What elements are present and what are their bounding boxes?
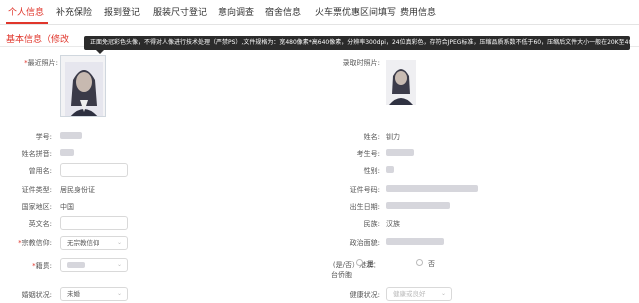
- health-status-select[interactable]: 健康或良好 ⌄: [386, 287, 452, 301]
- birth-date-label: 出生日期:: [349, 203, 380, 211]
- health-status-placeholder: 健康或良好: [393, 290, 426, 298]
- exam-number-label: 考生号:: [356, 150, 380, 158]
- marital-status-selected-value: 未婚: [67, 290, 80, 298]
- student-id-value: [60, 132, 82, 139]
- chevron-down-icon: ⌄: [440, 290, 446, 297]
- health-status-label: 健康状况:: [349, 291, 380, 299]
- tab-personal-info[interactable]: 个人信息: [8, 5, 44, 18]
- tab-registration[interactable]: 报到登记: [104, 5, 140, 18]
- gender-value: [386, 166, 394, 173]
- name-label: 姓名:: [363, 133, 380, 141]
- name-value: 钏力: [386, 133, 400, 141]
- portrait-photo-icon: [386, 60, 416, 105]
- tooltip-arrow: [96, 50, 104, 54]
- portrait-photo-icon: [61, 56, 105, 116]
- chevron-down-icon: ⌄: [116, 239, 122, 246]
- tab-fee-info[interactable]: 费用信息: [400, 5, 436, 18]
- tab-train-ticket[interactable]: 火车票优惠区间填写: [315, 5, 396, 18]
- native-place-label: *籍贯:: [32, 262, 52, 270]
- tab-dormitory-info[interactable]: 宿舍信息: [265, 5, 301, 18]
- tab-bar: 个人信息 补充保险 报到登记 服装尺寸登记 意向调查 宿舍信息 火车票优惠区间填…: [0, 0, 639, 25]
- id-number-value: [386, 185, 478, 192]
- marital-status-label: 婚姻状况:: [21, 291, 52, 299]
- id-type-value: 居民身份证: [60, 186, 95, 194]
- political-status-value: [386, 238, 444, 245]
- active-tab-indicator: [6, 22, 48, 24]
- religion-label: *宗教信仰:: [18, 239, 52, 247]
- section-title: 基本信息（修改: [6, 35, 70, 45]
- native-place-value: [67, 262, 85, 268]
- overseas-no-radio[interactable]: [416, 259, 423, 266]
- id-type-label: 证件类型:: [21, 186, 52, 194]
- recent-photo-label: *最近照片:: [24, 59, 58, 67]
- student-id-label: 学号:: [35, 133, 52, 141]
- marital-status-select[interactable]: 未婚 ⌄: [60, 287, 128, 301]
- gender-label: 性别:: [363, 167, 380, 175]
- birth-date-value: [386, 202, 450, 209]
- former-name-input[interactable]: [60, 163, 128, 177]
- overseas-chinese-label-line2: 台侨胞: [331, 271, 352, 279]
- overseas-no-label: 否: [428, 260, 435, 268]
- chevron-down-icon: ⌄: [116, 261, 122, 268]
- former-name-label: 曾用名:: [28, 167, 52, 175]
- tab-supplementary-insurance[interactable]: 补充保险: [56, 5, 92, 18]
- english-name-label: 英文名:: [28, 220, 52, 228]
- political-status-label: 政治面貌:: [349, 239, 380, 247]
- tab-clothing-size[interactable]: 服装尺寸登记: [153, 5, 207, 18]
- exam-number-value: [386, 149, 414, 156]
- admission-photo: [386, 60, 416, 105]
- ethnicity-value: 汉族: [386, 220, 400, 228]
- admission-photo-label: 录取时照片:: [342, 59, 380, 67]
- ethnicity-label: 民族:: [363, 220, 380, 228]
- chevron-down-icon: ⌄: [116, 290, 122, 297]
- name-pinyin-label: 姓名拼音:: [21, 150, 52, 158]
- nationality-value: 中国: [60, 203, 74, 211]
- name-pinyin-value: [60, 149, 74, 156]
- religion-select[interactable]: 无宗教信仰 ⌄: [60, 236, 128, 250]
- english-name-input[interactable]: [60, 216, 128, 230]
- overseas-yes-radio[interactable]: [356, 259, 363, 266]
- native-place-select[interactable]: ⌄: [60, 258, 128, 272]
- recent-photo-upload[interactable]: [60, 55, 106, 117]
- tab-intention-survey[interactable]: 意向调查: [218, 5, 254, 18]
- nationality-label: 国家地区:: [21, 203, 52, 211]
- overseas-yes-label: 是: [367, 260, 374, 268]
- photo-requirements-tooltip: 正面免冠彩色头像，不得对人像进行技术处理（严禁PS）,文件规格为：宽480像素*…: [84, 36, 630, 50]
- religion-selected-value: 无宗教信仰: [67, 239, 100, 247]
- id-number-label: 证件号码:: [349, 186, 380, 194]
